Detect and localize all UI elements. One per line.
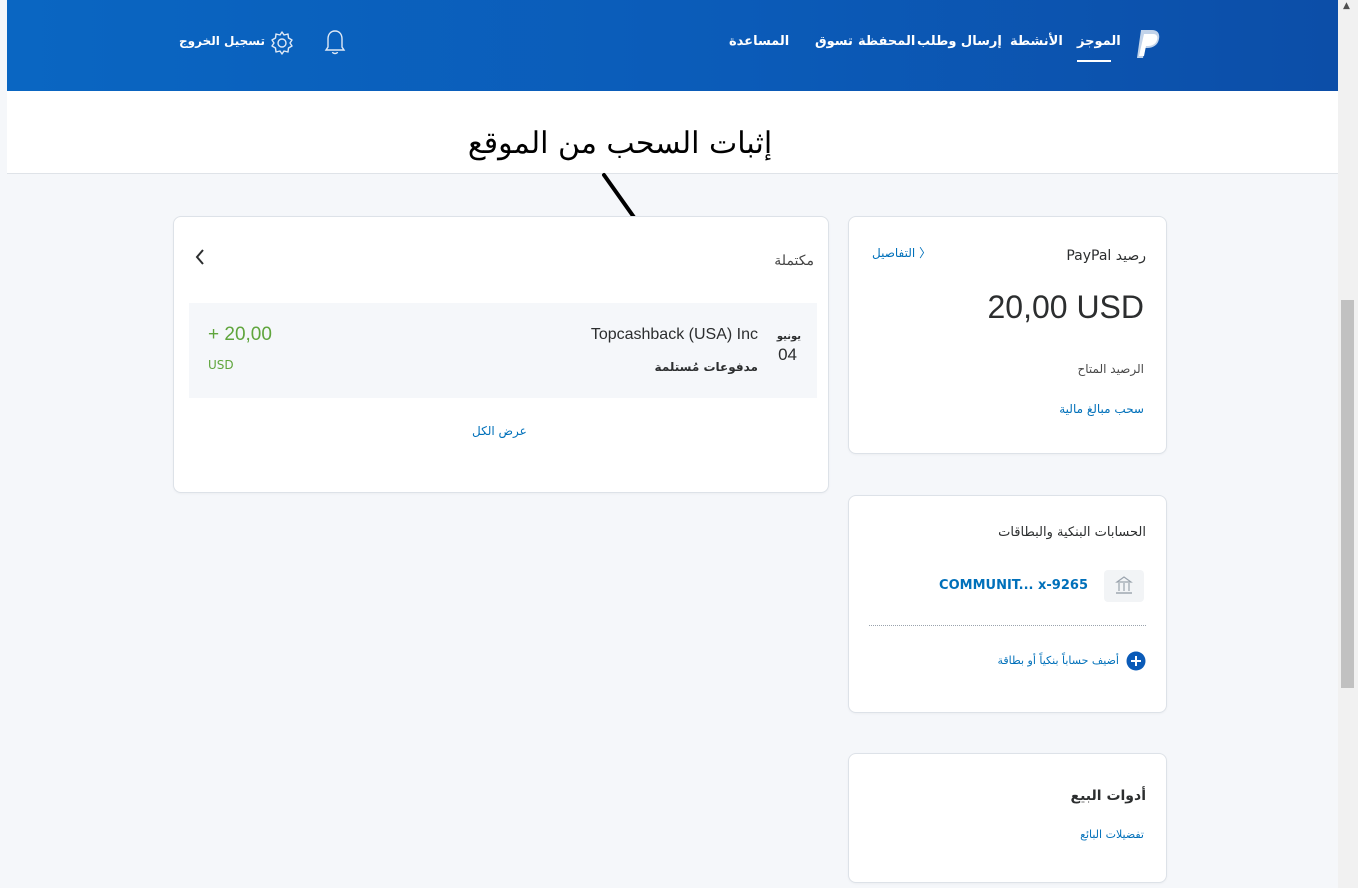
transaction-amount: + 20,00	[208, 324, 272, 345]
nav-wallet[interactable]: المحفظة	[858, 34, 915, 49]
plus-circle-icon[interactable]	[1126, 651, 1146, 671]
paypal-logo-icon[interactable]	[1135, 28, 1161, 60]
nav-summary[interactable]: الموجز	[1077, 34, 1121, 49]
transaction-row[interactable]: يونيو 04 Topcashback (USA) Inc مدفوعات م…	[189, 303, 817, 398]
nav-activity[interactable]: الأنشطة	[1010, 34, 1063, 49]
balance-amount: 20,00 USD	[987, 289, 1144, 325]
transaction-type: مدفوعات مُستلمة	[654, 360, 758, 374]
bank-accounts-card: الحسابات البنكية والبطاقات COMMUNIT... x…	[848, 495, 1167, 713]
top-nav-bar: الموجز الأنشطة إرسال وطلب المحفظة تسوق ا…	[7, 0, 1338, 91]
active-tab-indicator	[1077, 60, 1111, 62]
balance-card: رصيد PayPal التفاصيل 〉 20,00 USD الرصيد …	[848, 216, 1167, 454]
completed-label: مكتملة	[774, 253, 814, 269]
gear-icon[interactable]	[267, 26, 297, 60]
view-all-link[interactable]: عرض الكل	[472, 424, 527, 438]
bank-icon-box	[1104, 570, 1144, 602]
bank-account-name: COMMUNIT...	[939, 578, 1034, 593]
nav-send-request[interactable]: إرسال وطلب	[917, 34, 1002, 49]
details-label: التفاصيل	[872, 246, 916, 260]
bank-account-suffix: x-9265	[1038, 578, 1088, 593]
bank-cards-title: الحسابات البنكية والبطاقات	[998, 525, 1146, 540]
bell-icon[interactable]	[320, 26, 350, 60]
nav-help[interactable]: المساعدة	[729, 34, 789, 49]
transaction-day: 04	[778, 345, 797, 364]
bank-icon	[1115, 576, 1133, 594]
logout-link[interactable]: تسجيل الخروج	[179, 34, 265, 48]
bank-account-item[interactable]: COMMUNIT... x-9265	[939, 578, 1088, 593]
available-balance-label: الرصيد المتاح	[1077, 362, 1145, 376]
details-link[interactable]: التفاصيل 〉	[872, 244, 931, 261]
annotation-title: إثبات السحب من الموقع	[467, 126, 773, 161]
activity-card: مكتملة يونيو 04 Topcashback (USA) Inc مد…	[173, 216, 829, 493]
merchant-name: Topcashback (USA) Inc	[590, 326, 758, 343]
transaction-currency: USD	[208, 358, 234, 372]
add-bank-or-card-link[interactable]: أضيف حساباً بنكياً أو بطاقة	[997, 654, 1119, 667]
seller-tools-card: أدوات البيع تفضيلات البائع	[848, 753, 1167, 883]
transaction-month: يونيو	[776, 331, 801, 342]
seller-preferences-link[interactable]: تفضيلات البائع	[1080, 828, 1144, 841]
balance-title: رصيد PayPal	[1066, 248, 1146, 264]
chevron-right-icon: 〉	[919, 246, 932, 260]
scroll-up-icon[interactable]: ▲	[1343, 1, 1350, 11]
nav-shop[interactable]: تسوق	[815, 34, 853, 49]
withdraw-link[interactable]: سحب مبالغ مالية	[1059, 402, 1144, 416]
scrollbar-thumb[interactable]	[1341, 300, 1354, 688]
seller-tools-title: أدوات البيع	[1070, 788, 1146, 804]
divider	[869, 625, 1146, 626]
chevron-left-icon[interactable]	[194, 247, 206, 267]
